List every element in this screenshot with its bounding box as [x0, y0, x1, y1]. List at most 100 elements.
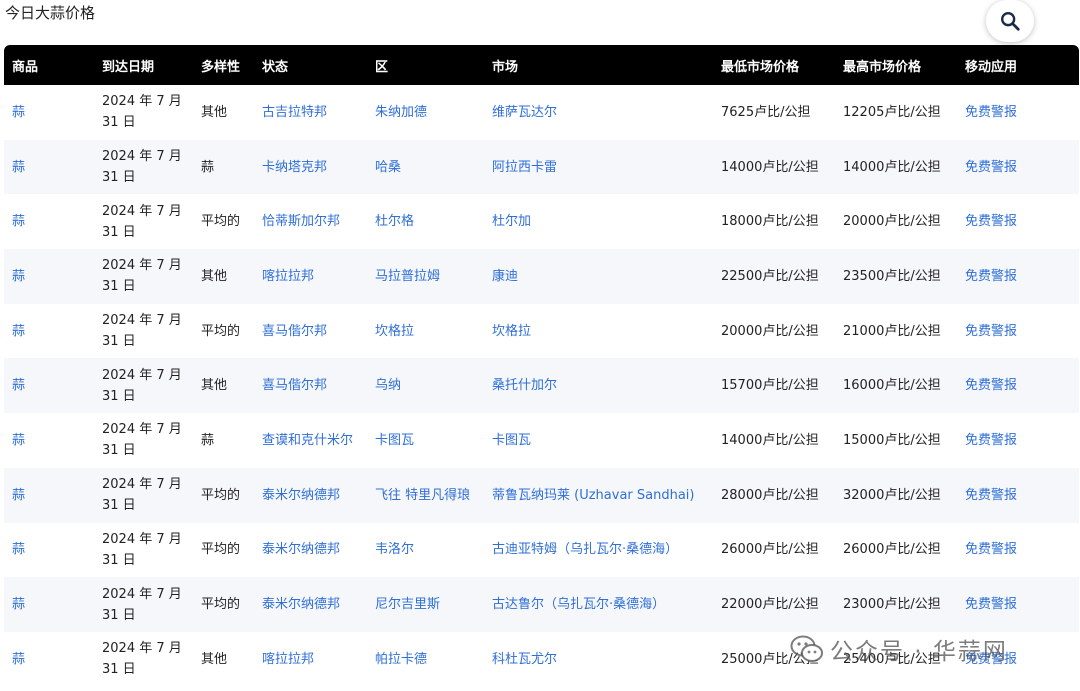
cell-commodity[interactable]: 蒜 — [4, 468, 94, 523]
cell-mobile-app[interactable]: 免费警报 — [957, 194, 1079, 249]
cell-district[interactable]: 哈桑 — [367, 140, 484, 195]
state-link[interactable]: 喜马偕尔邦 — [262, 324, 327, 339]
state-link[interactable]: 喀拉拉邦 — [262, 652, 314, 667]
cell-state[interactable]: 查谟和克什米尔 — [254, 413, 367, 468]
cell-mobile-app[interactable]: 免费警报 — [957, 577, 1079, 632]
commodity-link[interactable]: 蒜 — [12, 269, 25, 284]
state-link[interactable]: 古吉拉特邦 — [262, 105, 327, 120]
district-link[interactable]: 杜尔格 — [375, 214, 414, 229]
cell-market[interactable]: 古迪亚特姆（乌扎瓦尔·桑德海） — [484, 523, 713, 578]
cell-state[interactable]: 喀拉拉邦 — [254, 632, 367, 687]
free-alert-link[interactable]: 免费警报 — [965, 105, 1017, 120]
cell-market[interactable]: 阿拉西卡雷 — [484, 140, 713, 195]
cell-commodity[interactable]: 蒜 — [4, 523, 94, 578]
cell-market[interactable]: 桑托什加尔 — [484, 358, 713, 413]
cell-commodity[interactable]: 蒜 — [4, 85, 94, 140]
cell-market[interactable]: 卡图瓦 — [484, 413, 713, 468]
cell-district[interactable]: 飞往 特里凡得琅 — [367, 468, 484, 523]
cell-state[interactable]: 恰蒂斯加尔邦 — [254, 194, 367, 249]
state-link[interactable]: 泰米尔纳德邦 — [262, 597, 340, 612]
market-link[interactable]: 坎格拉 — [492, 324, 531, 339]
cell-commodity[interactable]: 蒜 — [4, 577, 94, 632]
market-link[interactable]: 维萨瓦达尔 — [492, 105, 557, 120]
cell-commodity[interactable]: 蒜 — [4, 140, 94, 195]
header-market[interactable]: 市场 — [484, 45, 713, 85]
cell-mobile-app[interactable]: 免费警报 — [957, 632, 1079, 687]
market-link[interactable]: 桑托什加尔 — [492, 378, 557, 393]
commodity-link[interactable]: 蒜 — [12, 652, 25, 667]
header-commodity[interactable]: 商品 — [4, 45, 94, 85]
market-link[interactable]: 杜尔加 — [492, 214, 531, 229]
cell-mobile-app[interactable]: 免费警报 — [957, 468, 1079, 523]
cell-market[interactable]: 蒂鲁瓦纳玛莱 (Uzhavar Sandhai) — [484, 468, 713, 523]
cell-district[interactable]: 乌纳 — [367, 358, 484, 413]
header-mobile-app[interactable]: 移动应用 — [957, 45, 1079, 85]
cell-district[interactable]: 朱纳加德 — [367, 85, 484, 140]
cell-market[interactable]: 康迪 — [484, 249, 713, 304]
search-button[interactable] — [986, 0, 1034, 42]
cell-mobile-app[interactable]: 免费警报 — [957, 304, 1079, 359]
cell-state[interactable]: 古吉拉特邦 — [254, 85, 367, 140]
commodity-link[interactable]: 蒜 — [12, 597, 25, 612]
free-alert-link[interactable]: 免费警报 — [965, 652, 1017, 667]
cell-market[interactable]: 科杜瓦尤尔 — [484, 632, 713, 687]
district-link[interactable]: 马拉普拉姆 — [375, 269, 440, 284]
cell-commodity[interactable]: 蒜 — [4, 413, 94, 468]
state-link[interactable]: 喀拉拉邦 — [262, 269, 314, 284]
cell-market[interactable]: 坎格拉 — [484, 304, 713, 359]
cell-district[interactable]: 马拉普拉姆 — [367, 249, 484, 304]
district-link[interactable]: 哈桑 — [375, 160, 401, 175]
cell-district[interactable]: 尼尔吉里斯 — [367, 577, 484, 632]
district-link[interactable]: 坎格拉 — [375, 324, 414, 339]
cell-commodity[interactable]: 蒜 — [4, 249, 94, 304]
state-link[interactable]: 喜马偕尔邦 — [262, 378, 327, 393]
state-link[interactable]: 查谟和克什米尔 — [262, 433, 353, 448]
cell-commodity[interactable]: 蒜 — [4, 632, 94, 687]
commodity-link[interactable]: 蒜 — [12, 433, 25, 448]
cell-district[interactable]: 卡图瓦 — [367, 413, 484, 468]
market-link[interactable]: 康迪 — [492, 269, 518, 284]
cell-mobile-app[interactable]: 免费警报 — [957, 85, 1079, 140]
free-alert-link[interactable]: 免费警报 — [965, 160, 1017, 175]
market-link[interactable]: 科杜瓦尤尔 — [492, 652, 557, 667]
cell-state[interactable]: 卡纳塔克邦 — [254, 140, 367, 195]
district-link[interactable]: 帕拉卡德 — [375, 652, 427, 667]
market-link[interactable]: 蒂鲁瓦纳玛莱 (Uzhavar Sandhai) — [492, 488, 694, 503]
district-link[interactable]: 韦洛尔 — [375, 542, 414, 557]
header-min-price[interactable]: 最低市场价格 — [713, 45, 835, 85]
free-alert-link[interactable]: 免费警报 — [965, 214, 1017, 229]
cell-market[interactable]: 维萨瓦达尔 — [484, 85, 713, 140]
header-arrival-date[interactable]: 到达日期 — [94, 45, 193, 85]
state-link[interactable]: 卡纳塔克邦 — [262, 160, 327, 175]
commodity-link[interactable]: 蒜 — [12, 378, 25, 393]
commodity-link[interactable]: 蒜 — [12, 160, 25, 175]
cell-commodity[interactable]: 蒜 — [4, 358, 94, 413]
cell-district[interactable]: 韦洛尔 — [367, 523, 484, 578]
market-link[interactable]: 古达鲁尔（乌扎瓦尔·桑德海） — [492, 597, 665, 612]
cell-mobile-app[interactable]: 免费警报 — [957, 249, 1079, 304]
market-link[interactable]: 阿拉西卡雷 — [492, 160, 557, 175]
state-link[interactable]: 泰米尔纳德邦 — [262, 542, 340, 557]
cell-mobile-app[interactable]: 免费警报 — [957, 358, 1079, 413]
market-link[interactable]: 卡图瓦 — [492, 433, 531, 448]
free-alert-link[interactable]: 免费警报 — [965, 433, 1017, 448]
commodity-link[interactable]: 蒜 — [12, 324, 25, 339]
free-alert-link[interactable]: 免费警报 — [965, 324, 1017, 339]
cell-mobile-app[interactable]: 免费警报 — [957, 413, 1079, 468]
state-link[interactable]: 恰蒂斯加尔邦 — [262, 214, 340, 229]
cell-mobile-app[interactable]: 免费警报 — [957, 523, 1079, 578]
free-alert-link[interactable]: 免费警报 — [965, 542, 1017, 557]
cell-state[interactable]: 喀拉拉邦 — [254, 249, 367, 304]
cell-market[interactable]: 杜尔加 — [484, 194, 713, 249]
cell-mobile-app[interactable]: 免费警报 — [957, 140, 1079, 195]
cell-state[interactable]: 喜马偕尔邦 — [254, 358, 367, 413]
free-alert-link[interactable]: 免费警报 — [965, 597, 1017, 612]
cell-district[interactable]: 杜尔格 — [367, 194, 484, 249]
cell-state[interactable]: 泰米尔纳德邦 — [254, 523, 367, 578]
district-link[interactable]: 乌纳 — [375, 378, 401, 393]
commodity-link[interactable]: 蒜 — [12, 105, 25, 120]
cell-commodity[interactable]: 蒜 — [4, 304, 94, 359]
cell-state[interactable]: 泰米尔纳德邦 — [254, 577, 367, 632]
free-alert-link[interactable]: 免费警报 — [965, 488, 1017, 503]
cell-district[interactable]: 帕拉卡德 — [367, 632, 484, 687]
